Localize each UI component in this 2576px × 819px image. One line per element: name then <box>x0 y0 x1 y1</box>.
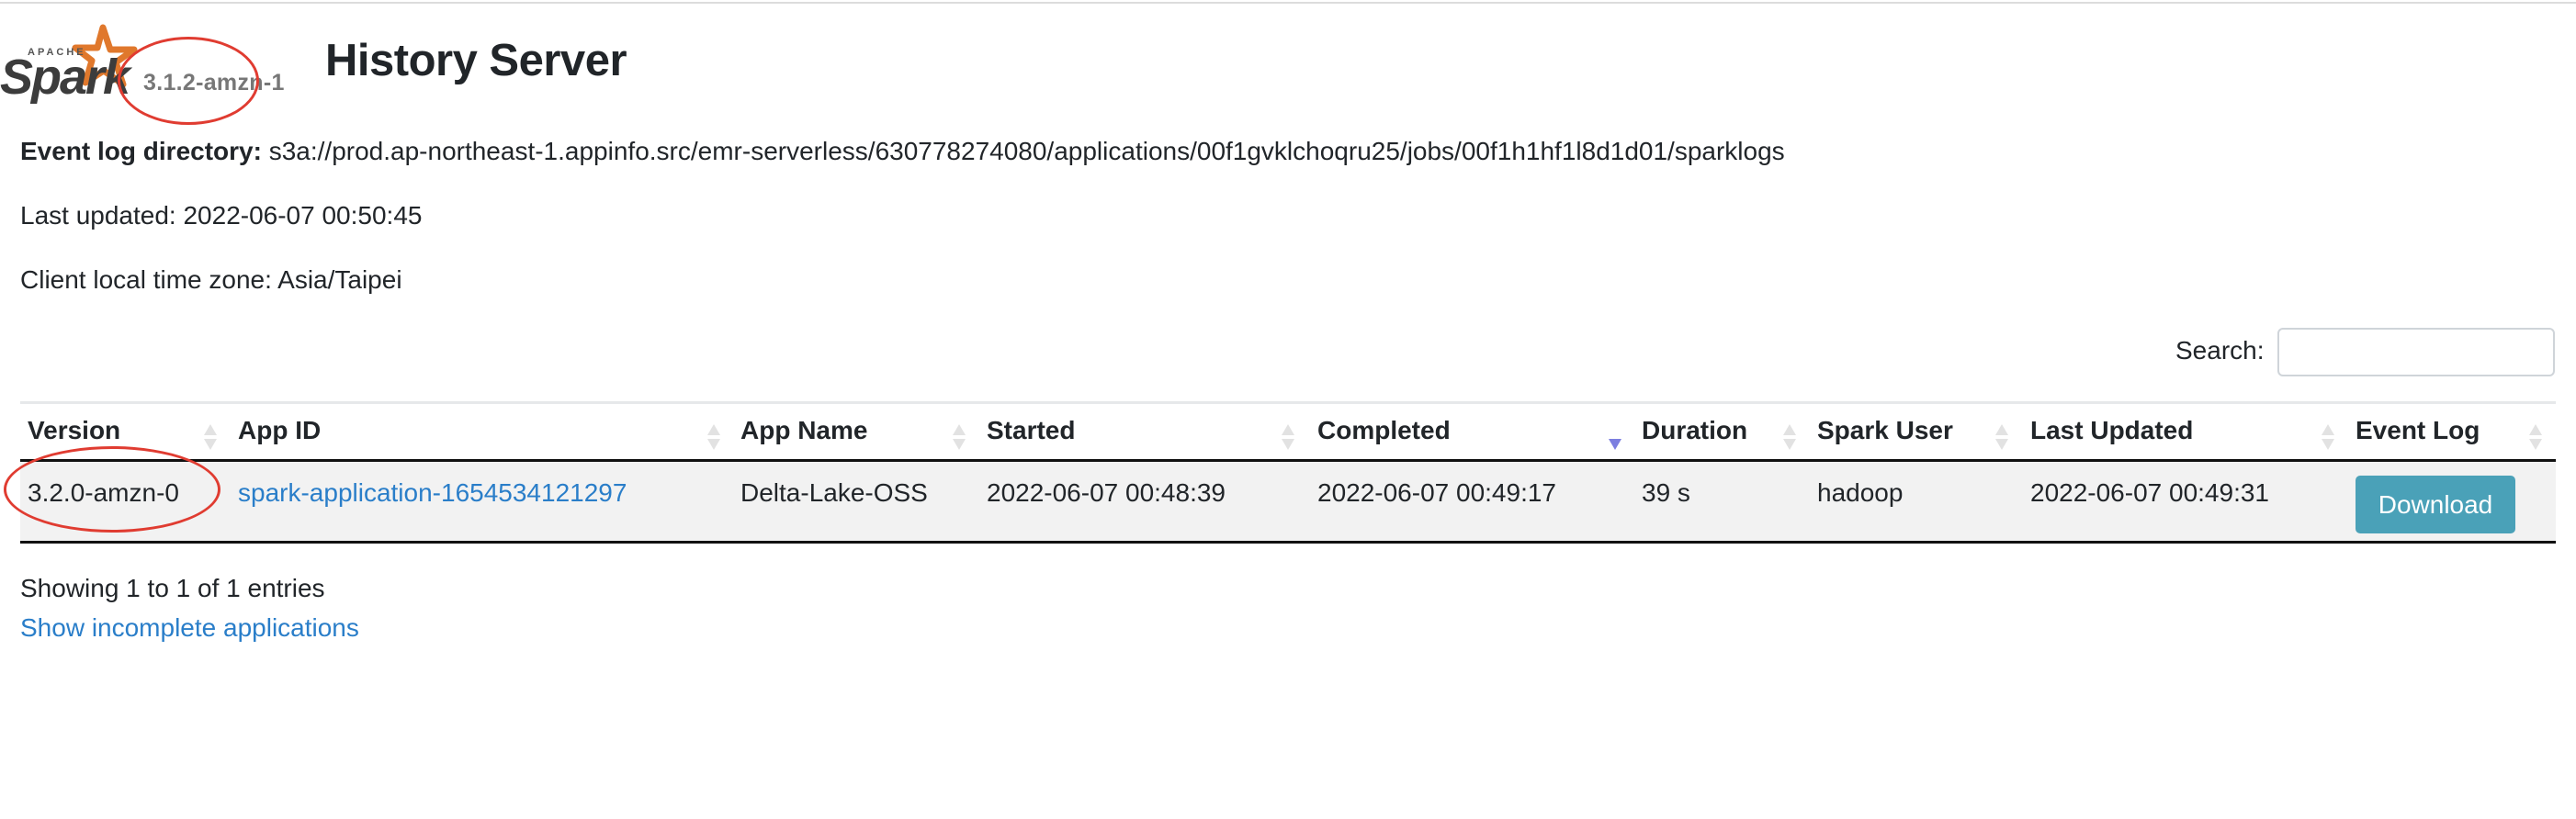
sort-icon-duration[interactable] <box>1783 424 1796 454</box>
page-title: History Server <box>325 36 627 85</box>
column-header-app-id[interactable]: App ID <box>238 416 321 445</box>
spark-logo-icon: APACHE Spark <box>0 24 138 105</box>
table-row: 3.2.0-amzn-0 spark-application-165453412… <box>20 462 2556 544</box>
cell-started: 2022-06-07 00:48:39 <box>987 478 1226 507</box>
cell-version: 3.2.0-amzn-0 <box>28 478 179 507</box>
column-header-event-log[interactable]: Event Log <box>2356 416 2480 445</box>
entries-info: Showing 1 to 1 of 1 entries <box>20 574 325 602</box>
logo-spark-text: Spark <box>0 50 133 105</box>
cell-completed: 2022-06-07 00:49:17 <box>1317 478 1556 507</box>
cell-spark-user: hadoop <box>1817 478 1904 507</box>
search-input[interactable] <box>2277 328 2555 376</box>
sort-icon-last-updated[interactable] <box>2322 424 2334 454</box>
event-log-directory: Event log directory: s3a://prod.ap-north… <box>20 137 1785 166</box>
sort-descending-icon-completed[interactable] <box>1609 424 1621 454</box>
cell-last-updated: 2022-06-07 00:49:31 <box>2030 478 2269 507</box>
column-header-completed[interactable]: Completed <box>1317 416 1451 445</box>
sort-icon-app-id[interactable] <box>707 424 720 454</box>
column-header-version[interactable]: Version <box>28 416 120 445</box>
event-log-value: s3a://prod.ap-northeast-1.appinfo.src/em… <box>268 137 1785 165</box>
download-event-log-button[interactable]: Download <box>2356 476 2515 533</box>
column-header-duration[interactable]: Duration <box>1642 416 1747 445</box>
event-log-label: Event log directory: <box>20 137 262 165</box>
column-header-spark-user[interactable]: Spark User <box>1817 416 1953 445</box>
sort-icon-started[interactable] <box>1282 424 1294 454</box>
search-label: Search: <box>2175 336 2265 365</box>
spark-logo[interactable]: APACHE Spark <box>0 22 138 105</box>
column-header-last-updated[interactable]: Last Updated <box>2030 416 2193 445</box>
spark-version: 3.1.2-amzn-1 <box>143 70 285 95</box>
last-updated: Last updated: 2022-06-07 00:50:45 <box>20 201 423 230</box>
applications-table: Version App ID App Name Started Complete… <box>20 401 2556 544</box>
show-incomplete-applications-link[interactable]: Show incomplete applications <box>20 613 359 643</box>
sort-icon-spark-user[interactable] <box>1995 424 2008 454</box>
column-header-app-name[interactable]: App Name <box>740 416 867 445</box>
cell-duration: 39 s <box>1642 478 1690 507</box>
sort-icon-app-name[interactable] <box>953 424 966 454</box>
column-header-started[interactable]: Started <box>987 416 1075 445</box>
client-timezone: Client local time zone: Asia/Taipei <box>20 265 402 294</box>
sort-icon-event-log[interactable] <box>2529 424 2542 454</box>
top-border <box>0 2 2576 4</box>
sort-icon-version[interactable] <box>204 424 217 454</box>
table-header: Version App ID App Name Started Complete… <box>20 401 2556 462</box>
cell-app-name: Delta-Lake-OSS <box>740 478 928 507</box>
app-id-link[interactable]: spark-application-1654534121297 <box>238 478 627 508</box>
